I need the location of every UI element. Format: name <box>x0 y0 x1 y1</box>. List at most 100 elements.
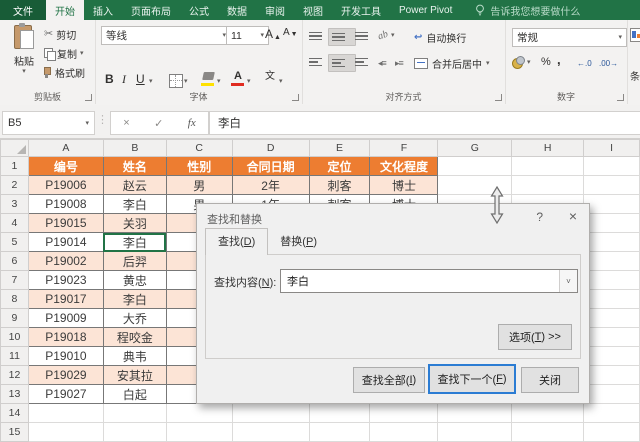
find-all-button[interactable]: 查找全部(I) <box>353 367 425 393</box>
row-header-10[interactable]: 10 <box>0 327 29 347</box>
row-header-3[interactable]: 3 <box>0 194 29 214</box>
ribbon-tab-home[interactable]: 开始 <box>46 0 84 20</box>
tab-find[interactable]: 查找(D) <box>205 228 269 255</box>
name-box[interactable]: B5 ▾ <box>2 111 95 135</box>
cell-B6[interactable]: 后羿 <box>102 251 167 271</box>
cell-B2[interactable]: 赵云 <box>102 175 167 195</box>
clipboard-dialog-launcher[interactable] <box>85 94 92 101</box>
cell-A11[interactable]: P19010 <box>27 346 104 366</box>
decrease-decimal-icon[interactable]: .00→ <box>599 59 618 68</box>
cell-D14[interactable] <box>231 403 310 423</box>
cell-I6[interactable] <box>583 251 640 271</box>
cell-B3[interactable]: 李白 <box>102 194 167 214</box>
merge-center-button[interactable]: 合并后居中 ▾ <box>414 56 490 71</box>
column-header-I[interactable]: I <box>583 139 640 157</box>
number-dialog-launcher[interactable] <box>617 94 624 101</box>
font-name-combo[interactable]: 等线 ▾ <box>101 26 231 45</box>
cell-I7[interactable] <box>583 270 640 290</box>
cell-I15[interactable] <box>583 422 640 442</box>
cell-A2[interactable]: P19006 <box>27 175 104 195</box>
cell-I10[interactable] <box>583 327 640 347</box>
copy-button[interactable]: 复制 ▾ <box>44 46 84 61</box>
cell-I12[interactable] <box>583 365 640 385</box>
cell-I5[interactable] <box>583 232 640 252</box>
shrink-font-button[interactable]: A ▼ <box>283 27 298 38</box>
row-header-8[interactable]: 8 <box>0 289 29 309</box>
cell-E1[interactable]: 定位 <box>308 156 371 176</box>
column-header-E[interactable]: E <box>308 139 371 157</box>
cell-B8[interactable]: 李白 <box>102 289 167 309</box>
cell-A15[interactable] <box>27 422 104 442</box>
cell-C14[interactable] <box>165 403 233 423</box>
column-header-A[interactable]: A <box>27 139 104 157</box>
column-header-G[interactable]: G <box>437 139 513 157</box>
font-size-combo[interactable]: 11 ▾ <box>226 26 269 45</box>
enter-icon[interactable]: ✓ <box>154 117 163 130</box>
accounting-format-button[interactable]: ▾ <box>512 56 531 69</box>
row-header-6[interactable]: 6 <box>0 251 29 271</box>
row-header-15[interactable]: 15 <box>0 422 29 442</box>
cell-I14[interactable] <box>583 403 640 423</box>
ribbon-tab-formulas[interactable]: 公式 <box>180 0 218 20</box>
cell-B4[interactable]: 关羽 <box>102 213 167 233</box>
cell-B7[interactable]: 黄忠 <box>102 270 167 290</box>
select-all-corner[interactable] <box>0 139 29 157</box>
cell-E15[interactable] <box>308 422 371 442</box>
combo-arrow-icon[interactable]: ˅ <box>559 270 577 292</box>
row-header-5[interactable]: 5 <box>0 232 29 252</box>
cell-H15[interactable] <box>511 422 585 442</box>
tab-replace[interactable]: 替换(P) <box>268 229 329 254</box>
underline-button[interactable]: U <box>136 72 145 86</box>
cell-G1[interactable] <box>437 156 513 176</box>
orientation-button[interactable]: ab ▾ <box>376 29 394 43</box>
cell-I11[interactable] <box>583 346 640 366</box>
ribbon-tab-page-layout[interactable]: 页面布局 <box>122 0 180 20</box>
percent-style-button[interactable]: % <box>541 56 551 68</box>
cell-F1[interactable]: 文化程度 <box>369 156 439 176</box>
alignment-dialog-launcher[interactable] <box>495 94 502 101</box>
cell-A9[interactable]: P19009 <box>27 308 104 328</box>
decrease-indent-icon[interactable]: ◂≡ <box>378 58 387 69</box>
grow-font-button[interactable]: A ▲ <box>265 27 281 41</box>
row-header-7[interactable]: 7 <box>0 270 29 290</box>
find-what-input[interactable]: 李白 ˅ <box>280 269 578 293</box>
cell-E2[interactable]: 刺客 <box>308 175 371 195</box>
row-header-1[interactable]: 1 <box>0 156 29 176</box>
cell-D1[interactable]: 合同日期 <box>231 156 310 176</box>
cell-B11[interactable]: 典韦 <box>102 346 167 366</box>
cell-A7[interactable]: P19023 <box>27 270 104 290</box>
cell-H2[interactable] <box>511 175 585 195</box>
ribbon-tab-insert[interactable]: 插入 <box>84 0 122 20</box>
cell-B12[interactable]: 安其拉 <box>102 365 167 385</box>
cell-A6[interactable]: P19002 <box>27 251 104 271</box>
cell-E14[interactable] <box>308 403 371 423</box>
cell-A14[interactable] <box>27 403 104 423</box>
ribbon-tab-data[interactable]: 数据 <box>218 0 256 20</box>
cell-A13[interactable]: P19027 <box>27 384 104 404</box>
cell-B15[interactable] <box>102 422 167 442</box>
ribbon-tab-view[interactable]: 视图 <box>294 0 332 20</box>
cell-D15[interactable] <box>231 422 310 442</box>
row-header-13[interactable]: 13 <box>0 384 29 404</box>
cell-B1[interactable]: 姓名 <box>102 156 167 176</box>
ribbon-tab-file[interactable]: 文件 <box>0 0 46 20</box>
wrap-text-button[interactable]: ↩ 自动换行 <box>414 30 466 45</box>
cell-A4[interactable]: P19015 <box>27 213 104 233</box>
paste-button[interactable]: 粘贴 ▾ <box>7 23 41 90</box>
italic-button[interactable]: I <box>122 72 126 87</box>
column-header-H[interactable]: H <box>511 139 585 157</box>
cell-A1[interactable]: 编号 <box>27 156 104 176</box>
dialog-help-button[interactable]: ? <box>536 210 543 224</box>
cell-B10[interactable]: 程咬金 <box>102 327 167 347</box>
borders-button[interactable] <box>169 74 183 88</box>
row-header-2[interactable]: 2 <box>0 175 29 195</box>
options-button[interactable]: 选项(T) >> <box>498 324 572 350</box>
cancel-icon[interactable]: × <box>123 117 129 129</box>
cell-I9[interactable] <box>583 308 640 328</box>
dialog-close-icon[interactable]: × <box>569 208 577 224</box>
row-header-12[interactable]: 12 <box>0 365 29 385</box>
font-dialog-launcher[interactable] <box>292 94 299 101</box>
insert-function-icon[interactable]: fx <box>188 117 196 129</box>
comma-style-button[interactable]: , <box>557 52 561 67</box>
find-next-button[interactable]: 查找下一个(F) <box>428 364 516 394</box>
